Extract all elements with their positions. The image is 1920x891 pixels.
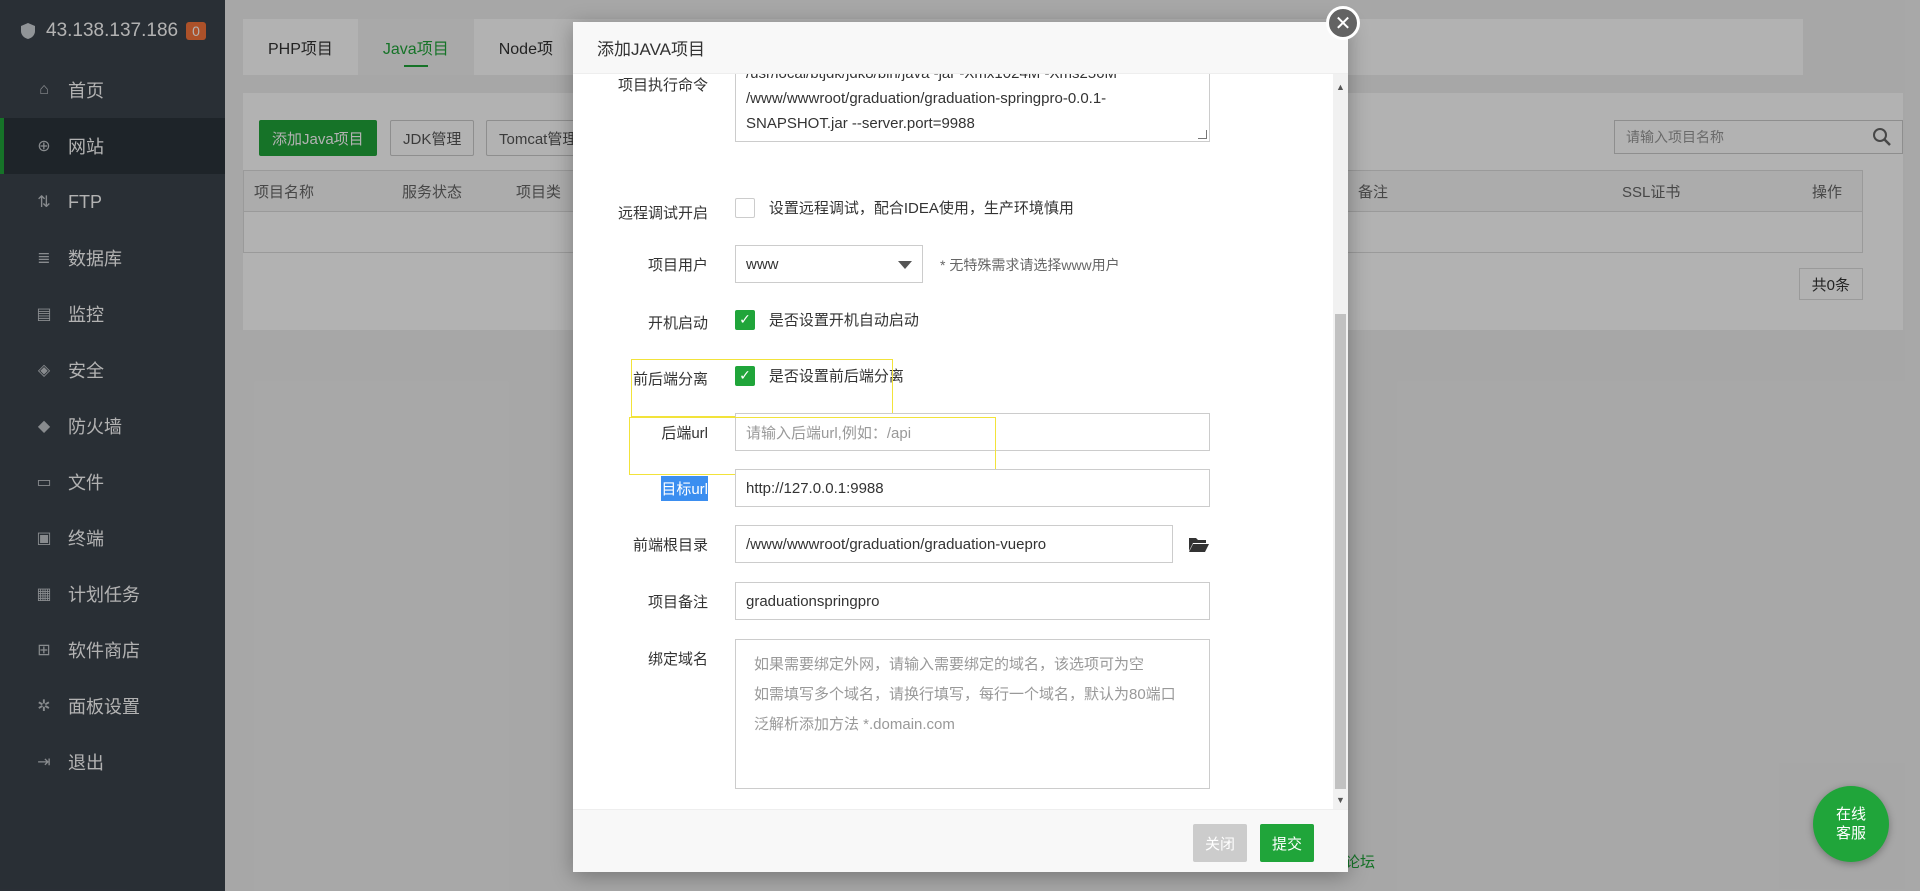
- resize-handle[interactable]: [1198, 130, 1207, 139]
- exec-line-3: SNAPSHOT.jar --server.port=9988: [746, 115, 975, 132]
- add-java-project-modal: 添加JAVA项目 ✕ 项目执行命令 /usr/local/btjdk/jdk8/…: [573, 6, 1360, 872]
- target-url-label: 目标url: [661, 476, 708, 501]
- project-user-value: www: [746, 255, 779, 273]
- remote-debug-text: 设置远程调试，配合IDEA使用，生产环境慎用: [768, 200, 1074, 217]
- project-user-label: 项目用户: [647, 257, 708, 274]
- modal-scrollbar[interactable]: ▲ ▼: [1333, 74, 1348, 809]
- auto-start-checkbox[interactable]: ✓: [735, 309, 755, 330]
- domain-textarea[interactable]: 如果需要绑定外网，请输入需要绑定的域名，该选项可为空 如需填写多个域名，请换行填…: [735, 639, 1210, 789]
- domain-hint-1: 如果需要绑定外网，请输入需要绑定的域名，该选项可为空: [754, 656, 1145, 673]
- frontend-dir-label: 前端根目录: [632, 537, 708, 554]
- close-icon[interactable]: ✕: [1326, 6, 1360, 40]
- modal-title: 添加JAVA项目: [573, 22, 1348, 74]
- highlight-box-backend: [631, 359, 893, 417]
- folder-open-icon[interactable]: [1188, 535, 1210, 553]
- domain-label: 绑定域名: [647, 651, 708, 668]
- project-user-select[interactable]: www: [735, 245, 923, 283]
- target-url-input[interactable]: http://127.0.0.1:9988: [735, 469, 1210, 507]
- chat-line-2: 客服: [1835, 825, 1866, 842]
- remote-debug-checkbox[interactable]: [735, 197, 755, 218]
- modal-body: 项目执行命令 /usr/local/btjdk/jdk8/bin/java -j…: [573, 74, 1348, 809]
- exec-line-2: /www/wwwroot/graduation/graduation-sprin…: [746, 90, 1107, 107]
- scrollbar-thumb[interactable]: [1335, 314, 1346, 789]
- modal-footer: 关闭 提交: [573, 809, 1348, 872]
- chat-line-1: 在线: [1835, 806, 1866, 823]
- frontend-dir-input[interactable]: /www/wwwroot/graduation/graduation-vuepr…: [735, 525, 1173, 563]
- remote-debug-label: 远程调试开启: [617, 205, 708, 222]
- domain-hint-3: 泛解析添加方法 *.domain.com: [754, 716, 955, 733]
- domain-hint-2: 如需填写多个域名，请换行填写，每行一个域名，默认为80端口: [754, 686, 1176, 703]
- auto-start-label: 开机启动: [647, 315, 708, 332]
- scroll-down-icon[interactable]: ▼: [1336, 795, 1345, 805]
- chevron-down-icon: [898, 261, 912, 269]
- submit-button[interactable]: 提交: [1260, 824, 1315, 862]
- exec-line-1: /usr/local/btjdk/jdk8/bin/java -jar -Xmx…: [746, 74, 1199, 86]
- auto-start-text: 是否设置开机自动启动: [768, 312, 919, 329]
- exec-command-label: 项目执行命令: [617, 77, 708, 94]
- remark-label: 项目备注: [647, 594, 708, 611]
- project-user-hint: * 无特殊需求请选择www用户: [940, 257, 1120, 273]
- remark-input[interactable]: graduationspringpro: [735, 582, 1210, 620]
- highlight-box-target: [629, 417, 996, 475]
- exec-command-textarea[interactable]: /usr/local/btjdk/jdk8/bin/java -jar -Xmx…: [735, 74, 1210, 142]
- close-button[interactable]: 关闭: [1193, 824, 1248, 862]
- scroll-up-icon[interactable]: ▲: [1336, 82, 1345, 92]
- online-support-button[interactable]: 在线 客服: [1813, 786, 1889, 862]
